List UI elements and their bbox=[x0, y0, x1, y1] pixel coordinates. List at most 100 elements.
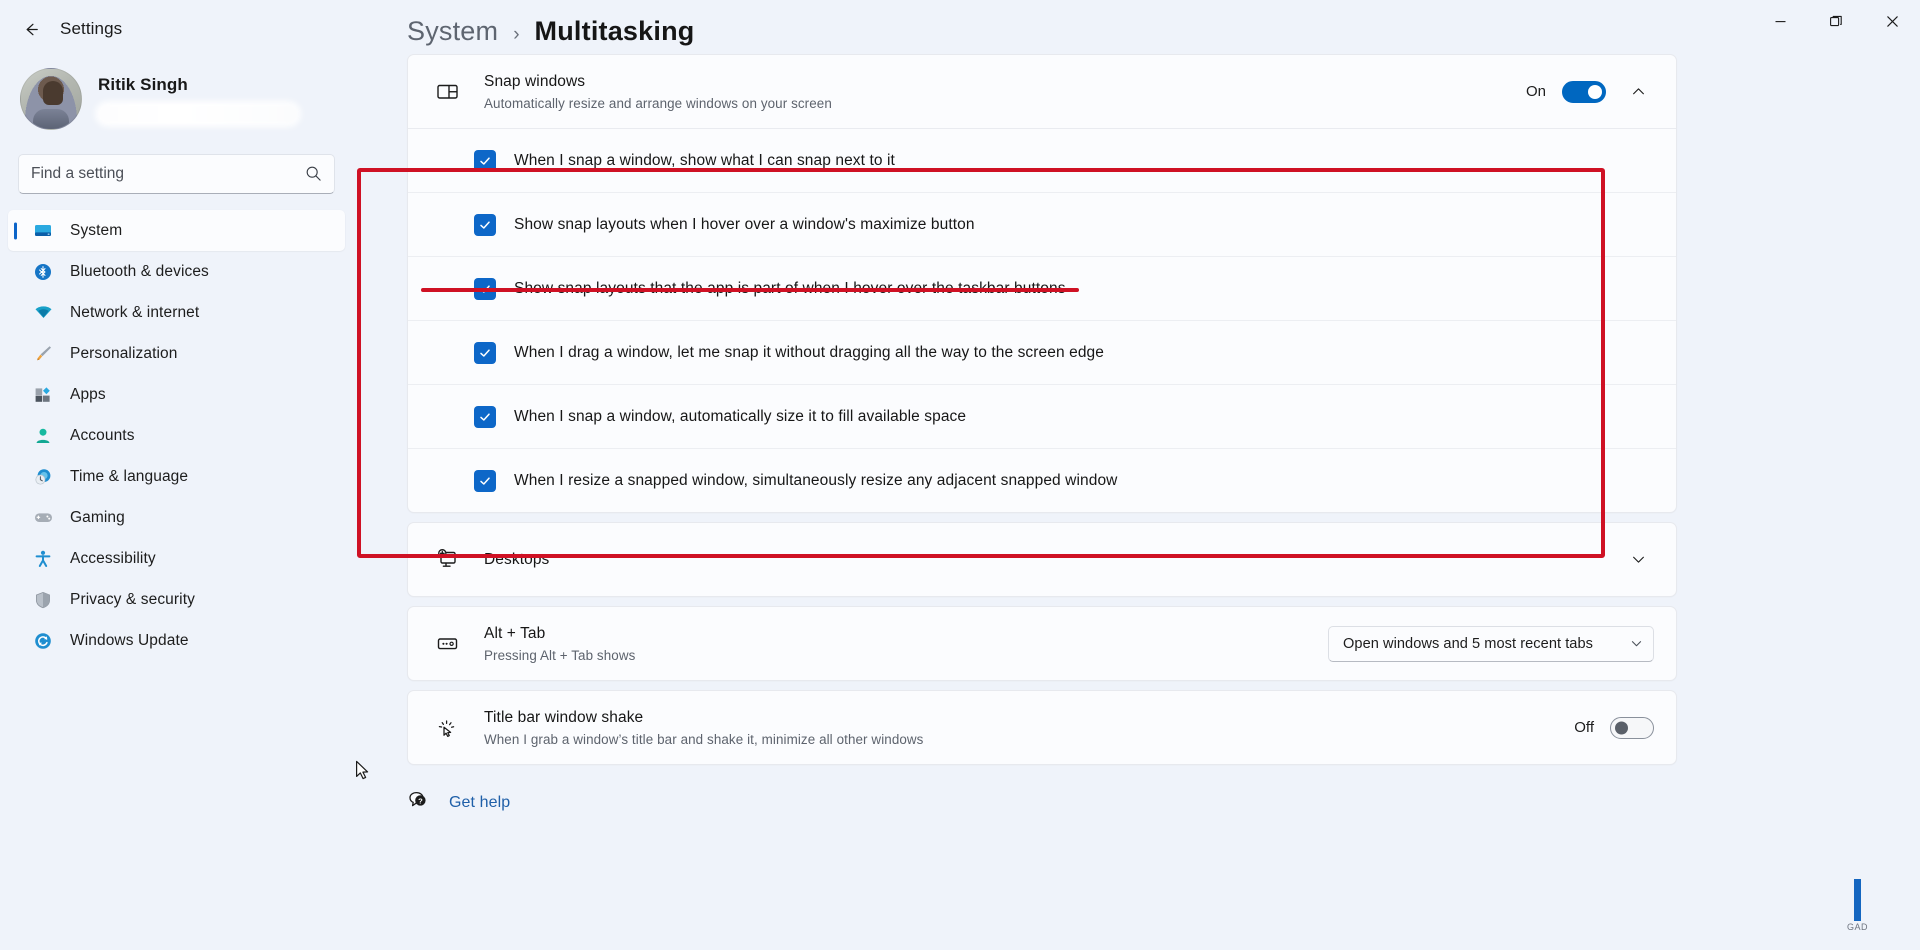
breadcrumb-parent[interactable]: System bbox=[407, 16, 498, 47]
chevron-down-icon bbox=[1631, 641, 1642, 647]
minimize-button[interactable] bbox=[1752, 0, 1808, 42]
alt-tab-subtitle: Pressing Alt + Tab shows bbox=[484, 647, 636, 663]
watermark-bar bbox=[1853, 879, 1861, 921]
checkbox-checked[interactable] bbox=[474, 341, 496, 364]
maximize-button[interactable] bbox=[1808, 0, 1864, 42]
update-icon bbox=[32, 630, 54, 652]
snap-option-label: When I snap a window, automatically size… bbox=[514, 407, 967, 425]
sidebar-item-label: Personalization bbox=[70, 344, 178, 362]
snap-option-label: When I snap a window, show what I can sn… bbox=[514, 151, 895, 169]
sidebar-item-accounts[interactable]: Accounts bbox=[8, 415, 345, 456]
sidebar-item-personalization[interactable]: Personalization bbox=[8, 333, 345, 374]
sidebar-item-system[interactable]: System bbox=[8, 210, 345, 251]
snap-option-label: Show snap layouts that the app is part o… bbox=[514, 279, 1066, 297]
person-icon bbox=[32, 425, 54, 447]
snap-windows-card: Snap windows Automatically resize and ar… bbox=[407, 54, 1677, 513]
profile-email-redacted bbox=[98, 103, 298, 124]
chevron-up-icon bbox=[1632, 88, 1644, 95]
sidebar-item-label: Accessibility bbox=[70, 549, 156, 567]
sidebar-item-apps[interactable]: Apps bbox=[8, 374, 345, 415]
monitor-icon bbox=[32, 220, 54, 242]
sidebar-item-label: Windows Update bbox=[70, 631, 189, 649]
title-bar-shake-title: Title bar window shake bbox=[484, 708, 644, 726]
restore-icon bbox=[1830, 15, 1842, 27]
title-bar-shake-toggle[interactable] bbox=[1610, 716, 1654, 739]
snap-option-label: When I drag a window, let me snap it wit… bbox=[514, 343, 1104, 361]
bluetooth-icon bbox=[32, 261, 54, 283]
avatar bbox=[20, 68, 82, 130]
snap-option-row[interactable]: When I snap a window, show what I can sn… bbox=[408, 128, 1676, 192]
watermark: GAD bbox=[1847, 879, 1868, 932]
close-button[interactable] bbox=[1864, 0, 1920, 42]
shield-icon bbox=[32, 589, 54, 611]
snap-windows-toggle[interactable] bbox=[1562, 80, 1606, 103]
apps-icon bbox=[32, 384, 54, 406]
desktops-card: Desktops bbox=[407, 522, 1677, 597]
settings-window: Settings Ritik Singh Find a setting Syst… bbox=[0, 0, 1920, 950]
paintbrush-icon bbox=[32, 343, 54, 365]
checkbox-checked[interactable] bbox=[474, 213, 496, 236]
checkbox-checked[interactable] bbox=[474, 469, 496, 492]
alt-tab-icon bbox=[432, 631, 462, 656]
minimize-icon bbox=[1775, 20, 1785, 22]
snap-option-row[interactable]: When I drag a window, let me snap it wit… bbox=[408, 320, 1676, 384]
sidebar-item-accessibility[interactable]: Accessibility bbox=[8, 538, 345, 579]
svg-text:?: ? bbox=[418, 796, 423, 805]
alt-tab-dropdown[interactable]: Open windows and 5 most recent tabs bbox=[1328, 625, 1654, 662]
close-icon bbox=[1886, 15, 1898, 27]
snap-windows-subtitle: Automatically resize and arrange windows… bbox=[484, 95, 832, 111]
shake-cursor-icon bbox=[432, 715, 462, 740]
title-bar-shake-card: Title bar window shake When I grab a win… bbox=[407, 690, 1677, 765]
search-input[interactable] bbox=[31, 165, 322, 183]
sidebar-item-label: System bbox=[70, 221, 123, 239]
snap-windows-collapse-button[interactable] bbox=[1622, 76, 1654, 108]
snap-windows-header[interactable]: Snap windows Automatically resize and ar… bbox=[408, 55, 1676, 128]
snap-option-label: Show snap layouts when I hover over a wi… bbox=[514, 215, 975, 233]
mouse-cursor bbox=[355, 760, 371, 787]
checkmark-icon bbox=[480, 412, 490, 421]
watermark-text: GAD bbox=[1846, 922, 1868, 932]
sidebar-item-label: Bluetooth & devices bbox=[70, 262, 209, 280]
snap-option-row[interactable]: Show snap layouts when I hover over a wi… bbox=[408, 192, 1676, 256]
desktops-row[interactable]: Desktops bbox=[408, 523, 1676, 596]
snap-option-row[interactable]: Show snap layouts that the app is part o… bbox=[408, 256, 1676, 320]
back-button[interactable] bbox=[12, 12, 50, 46]
sidebar-item-network-internet[interactable]: Network & internet bbox=[8, 292, 345, 333]
sidebar-item-label: Gaming bbox=[70, 508, 125, 526]
profile-name: Ritik Singh bbox=[98, 74, 188, 94]
sidebar-item-bluetooth-devices[interactable]: Bluetooth & devices bbox=[8, 251, 345, 292]
desktop-add-icon bbox=[432, 547, 462, 572]
checkmark-icon bbox=[480, 284, 490, 293]
clock-icon bbox=[32, 466, 54, 488]
sidebar-item-privacy-security[interactable]: Privacy & security bbox=[8, 579, 345, 620]
snap-windows-options: When I snap a window, show what I can sn… bbox=[408, 128, 1676, 512]
sidebar: Settings Ritik Singh Find a setting Syst… bbox=[0, 0, 355, 950]
checkbox-checked[interactable] bbox=[474, 405, 496, 428]
snap-windows-toggle-label: On bbox=[1525, 83, 1546, 100]
desktops-expand-button[interactable] bbox=[1622, 544, 1654, 576]
sidebar-item-label: Network & internet bbox=[70, 303, 200, 321]
help-icon: ? bbox=[407, 789, 429, 816]
search-icon bbox=[305, 165, 322, 187]
user-profile[interactable]: Ritik Singh bbox=[0, 52, 355, 140]
sidebar-item-time-language[interactable]: Time & language bbox=[8, 456, 345, 497]
checkbox-checked[interactable] bbox=[474, 149, 496, 172]
get-help-link[interactable]: ? Get help bbox=[407, 789, 510, 816]
checkbox-checked[interactable] bbox=[474, 277, 496, 300]
sidebar-item-windows-update[interactable]: Windows Update bbox=[8, 620, 345, 661]
search-box[interactable] bbox=[18, 154, 335, 194]
snap-option-row[interactable]: When I resize a snapped window, simultan… bbox=[408, 448, 1676, 512]
checkmark-icon bbox=[480, 348, 490, 357]
accessibility-icon bbox=[32, 548, 54, 570]
sidebar-item-gaming[interactable]: Gaming bbox=[8, 497, 345, 538]
snap-layout-icon bbox=[432, 79, 462, 104]
alt-tab-dropdown-value: Open windows and 5 most recent tabs bbox=[1343, 635, 1593, 652]
back-arrow-icon bbox=[26, 23, 38, 35]
breadcrumb-separator: › bbox=[513, 24, 520, 45]
snap-option-row[interactable]: When I snap a window, automatically size… bbox=[408, 384, 1676, 448]
alt-tab-title: Alt + Tab bbox=[484, 624, 546, 642]
window-controls bbox=[1752, 0, 1920, 42]
settings-list: Snap windows Automatically resize and ar… bbox=[407, 54, 1677, 816]
checkmark-icon bbox=[480, 156, 490, 165]
title-bar-shake-toggle-label: Off bbox=[1574, 719, 1594, 736]
